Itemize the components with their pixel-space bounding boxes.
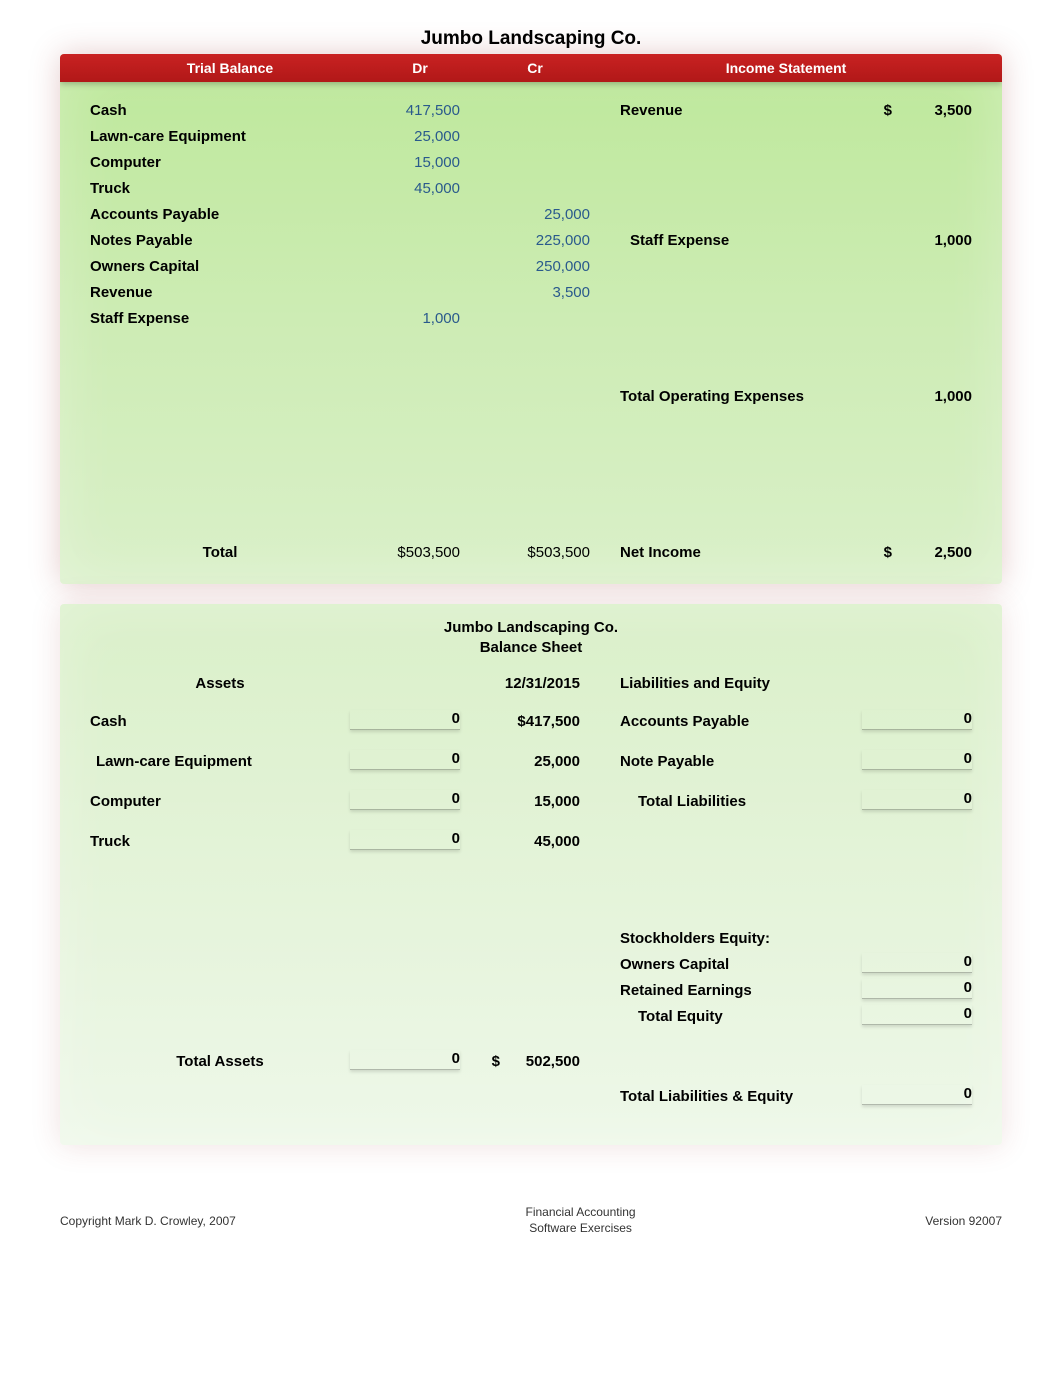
bs-liab-header: Liabilities and Equity [620,675,862,692]
bs-total-le-input[interactable]: 0 [862,1085,972,1105]
bs-total-assets-input[interactable]: 0 [350,1050,460,1070]
tb-row: Accounts Payable25,000 [90,202,600,228]
bs-asset-row: Cash 0 $417,500 [90,710,600,730]
tb-row: Cash417,500 [90,98,600,124]
bs-equity-input[interactable]: 0 [862,953,972,973]
bs-asset-input[interactable]: 0 [350,830,460,850]
bs-title: Jumbo Landscaping Co. Balance Sheet [90,618,972,657]
tb-row: Lawn-care Equipment25,000 [90,124,600,150]
top-sheet: Trial Balance Dr Cr Income Statement Cas… [60,54,1002,584]
is-toe-row: Total Operating Expenses 1,000 [620,384,972,410]
bs-liab-input[interactable]: 0 [862,790,972,810]
bs-equity-row: Total Equity 0 [620,1005,972,1025]
bs-asset-row: Truck 0 45,000 [90,830,600,850]
tb-cr [480,98,590,124]
bs-equity-row: Owners Capital 0 [620,953,972,973]
is-toe-value: 1,000 [892,384,972,410]
bs-total-assets-value: 502,500 [500,1053,580,1070]
bs-assets-header: Assets [90,675,350,692]
bs-total-le-label: Total Liabilities & Equity [620,1088,862,1105]
tb-total-row: Total $503,500 $503,500 [90,540,600,566]
is-net-income-label: Net Income [620,540,862,566]
is-revenue-label: Revenue [620,98,862,124]
tb-dr: 417,500 [350,98,460,124]
footer-title: Financial Accounting Software Exercises [526,1205,636,1236]
tb-row: Computer15,000 [90,150,600,176]
income-statement-column: Revenue $ 3,500 Staff Expense 1,000 Tota… [600,98,972,566]
bs-liabilities-column: Liabilities and Equity Accounts Payable … [600,675,972,1125]
footer-copyright: Copyright Mark D. Crowley, 2007 [60,1214,236,1228]
dollar-sign: $ [470,1053,500,1070]
tb-total-label: Total [90,540,350,566]
header-income-statement: Income Statement [600,60,972,76]
bs-equity-input[interactable]: 0 [862,1005,972,1025]
tb-row: Truck45,000 [90,176,600,202]
header-trial-balance: Trial Balance [90,60,370,76]
bs-asset-label: Cash [90,713,350,730]
is-revenue-row: Revenue $ 3,500 [620,98,972,124]
bs-liab-row: Accounts Payable 0 [620,710,972,730]
bs-liab-input[interactable]: 0 [862,710,972,730]
tb-row: Notes Payable225,000 [90,228,600,254]
bs-assets-column: Assets 12/31/2015 Cash 0 $417,500 Lawn-c… [90,675,600,1125]
bs-asset-input[interactable]: 0 [350,790,460,810]
bs-equity-input[interactable]: 0 [862,979,972,999]
is-revenue-value: 3,500 [892,98,972,124]
tb-row: Owners Capital250,000 [90,254,600,280]
is-net-income-value: 2,500 [892,540,972,566]
bs-liab-row: Note Payable 0 [620,750,972,770]
is-staff-expense-value: 1,000 [892,228,972,254]
company-title: Jumbo Landscaping Co. [0,28,1062,50]
tb-total-cr: $503,500 [480,540,590,566]
bs-asset-input[interactable]: 0 [350,750,460,770]
dollar-sign: $ [862,540,892,566]
bs-total-assets-row: Total Assets 0 $ 502,500 [90,1050,600,1070]
bs-total-le-row: Total Liabilities & Equity 0 [620,1085,972,1105]
bs-liab-row: Total Liabilities 0 [620,790,972,810]
bs-equity-header: Stockholders Equity: [620,930,862,947]
bs-equity-header-row: Stockholders Equity: [620,930,972,947]
dollar-sign: $ [862,98,892,124]
bs-asset-row: Computer 0 15,000 [90,790,600,810]
bs-equity-row: Retained Earnings 0 [620,979,972,999]
tb-row: Staff Expense1,000 [90,306,600,332]
balance-sheet: Jumbo Landscaping Co. Balance Sheet Asse… [60,604,1002,1145]
header-bar: Trial Balance Dr Cr Income Statement [60,54,1002,82]
bs-title-company: Jumbo Landscaping Co. [444,619,618,636]
is-staff-expense-label: Staff Expense [620,228,862,254]
footer: Copyright Mark D. Crowley, 2007 Financia… [0,1205,1062,1276]
bs-title-label: Balance Sheet [480,639,583,656]
bs-asset-input[interactable]: 0 [350,710,460,730]
bs-asset-row: Lawn-care Equipment 0 25,000 [90,750,600,770]
footer-version: Version 92007 [925,1214,1002,1228]
tb-acct: Cash [90,98,350,124]
bs-total-assets-label: Total Assets [90,1053,350,1070]
header-dr: Dr [370,60,470,76]
is-staff-expense-row: Staff Expense 1,000 [620,228,972,254]
is-net-income-row: Net Income $ 2,500 [620,540,972,566]
bs-liab-input[interactable]: 0 [862,750,972,770]
header-cr: Cr [470,60,600,76]
trial-balance-column: Cash417,500 Lawn-care Equipment25,000 Co… [90,98,600,566]
bs-asset-value: $417,500 [460,713,580,730]
tb-row: Revenue3,500 [90,280,600,306]
is-toe-label: Total Operating Expenses [620,384,862,410]
tb-total-dr: $503,500 [350,540,460,566]
bs-date: 12/31/2015 [460,675,580,692]
